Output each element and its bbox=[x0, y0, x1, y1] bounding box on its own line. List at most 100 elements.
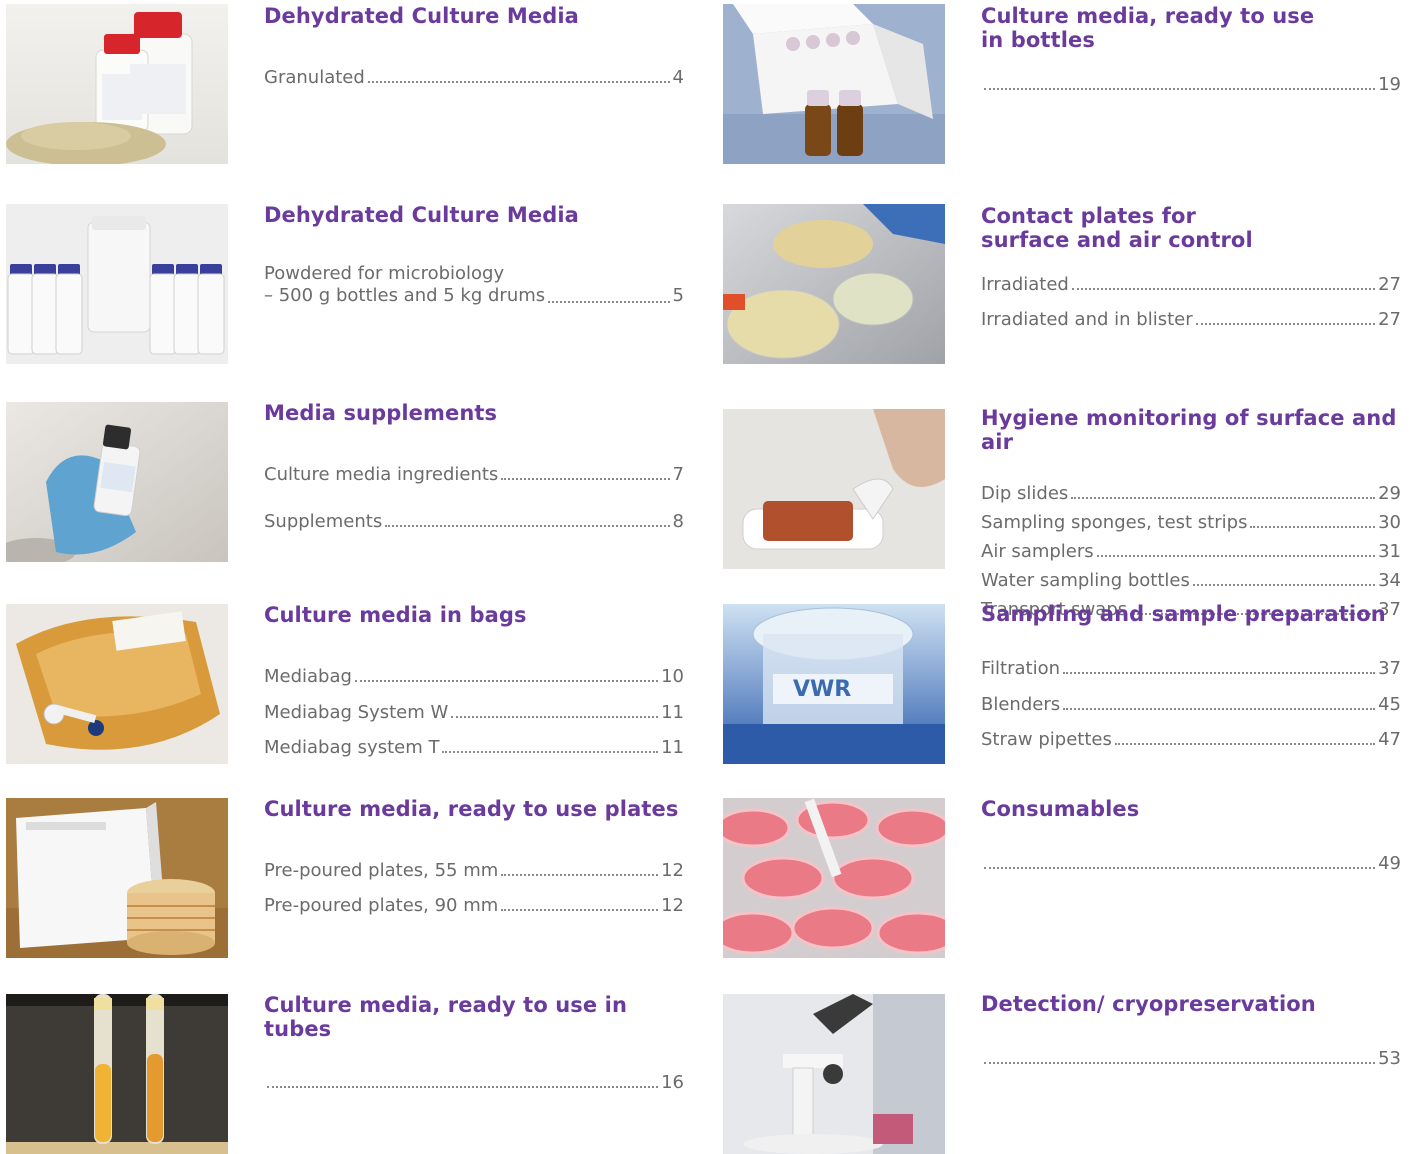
contact-plates-photo bbox=[723, 204, 945, 364]
section-title: Culture media in bags bbox=[264, 603, 527, 627]
petri-dishes-pipette-photo bbox=[723, 798, 945, 958]
toc-section-consumables: Consumables 49 bbox=[981, 797, 1401, 874]
dot-leader bbox=[354, 680, 659, 682]
dot-leader bbox=[1096, 555, 1376, 557]
media-supplement-vial-photo bbox=[6, 402, 228, 562]
dot-leader bbox=[267, 1086, 659, 1088]
section-title: Sampling and sample preparation bbox=[981, 602, 1386, 626]
svg-text:VWR: VWR bbox=[793, 677, 851, 702]
granulated-media-bottles-photo bbox=[6, 4, 228, 164]
entry-page: 10 bbox=[661, 666, 684, 687]
toc-entry[interactable]: 16 bbox=[264, 1072, 684, 1094]
section-title: Contact plates for surface and air contr… bbox=[981, 204, 1253, 252]
dot-leader bbox=[548, 301, 670, 303]
microscope-photo bbox=[723, 994, 945, 1154]
toc-section-ready-bottles: Culture media, ready to use in bottles 1… bbox=[981, 4, 1401, 95]
entry-label: Dip slides bbox=[981, 483, 1069, 504]
entry-label: Sampling sponges, test strips bbox=[981, 512, 1248, 533]
toc-entry[interactable]: Pre-poured plates, 90 mm 12 bbox=[264, 895, 684, 917]
entry-label: Straw pipettes bbox=[981, 729, 1112, 750]
entry-page: 27 bbox=[1378, 274, 1401, 295]
dot-leader bbox=[1114, 743, 1376, 745]
section-title: Culture media, ready to use in tubes bbox=[264, 993, 628, 1041]
entry-page: 4 bbox=[672, 67, 684, 88]
toc-entry[interactable]: Irradiated 27 bbox=[981, 274, 1401, 296]
dip-slide-photo bbox=[723, 409, 945, 569]
toc-entry[interactable]: Irradiated and in blister 27 bbox=[981, 309, 1401, 331]
toc-entry[interactable]: 53 bbox=[981, 1048, 1401, 1070]
ready-plates-box-photo bbox=[6, 798, 228, 958]
entry-page: 27 bbox=[1378, 309, 1401, 330]
toc-section-dehydrated-granulated: Dehydrated Culture Media Granulated 4 bbox=[264, 4, 684, 88]
dot-leader bbox=[1195, 323, 1376, 325]
dot-leader bbox=[501, 909, 659, 911]
section-title: Dehydrated Culture Media bbox=[264, 4, 579, 28]
dot-leader bbox=[1071, 497, 1376, 499]
entry-page: 8 bbox=[672, 511, 684, 532]
dot-leader bbox=[367, 81, 670, 83]
culture-media-bag-photo bbox=[6, 604, 228, 764]
toc-entry[interactable]: Sampling sponges, test strips 30 bbox=[981, 512, 1401, 534]
toc-section-culture-media-bags: Culture media in bags Mediabag 10 Mediaba… bbox=[264, 603, 684, 758]
entry-page: 16 bbox=[661, 1072, 684, 1093]
toc-entry[interactable]: Mediabag 10 bbox=[264, 666, 684, 688]
toc-entry[interactable]: Mediabag System W 11 bbox=[264, 702, 684, 724]
toc-section-sampling-preparation: Sampling and sample preparation Filtrati… bbox=[981, 602, 1401, 750]
entry-page: 37 bbox=[1378, 658, 1401, 679]
section-title: Detection/ cryopreservation bbox=[981, 992, 1316, 1016]
toc-entry[interactable]: Water sampling bottles 34 bbox=[981, 570, 1401, 592]
dot-leader bbox=[984, 88, 1376, 90]
entry-label: Filtration bbox=[981, 658, 1061, 679]
culture-tubes-photo bbox=[6, 994, 228, 1154]
dot-leader bbox=[1192, 584, 1376, 586]
entry-page: 11 bbox=[661, 702, 684, 723]
toc-entry[interactable]: Air samplers 31 bbox=[981, 541, 1401, 563]
section-title: Culture media, ready to use in bottles bbox=[981, 4, 1315, 52]
dot-leader bbox=[501, 478, 670, 480]
toc-entry[interactable]: 19 bbox=[981, 74, 1401, 96]
powdered-media-bottles-photo bbox=[6, 204, 228, 364]
filtration-unit-photo: VWR bbox=[723, 604, 945, 764]
entry-page: 5 bbox=[672, 285, 684, 306]
toc-section-ready-plates: Culture media, ready to use plates Pre-p… bbox=[264, 797, 684, 916]
dot-leader bbox=[1250, 526, 1376, 528]
entry-page: 53 bbox=[1378, 1048, 1401, 1069]
toc-section-dehydrated-powdered: Dehydrated Culture Media Powdered for mi… bbox=[264, 203, 684, 306]
toc-entry[interactable]: 49 bbox=[981, 853, 1401, 875]
toc-entry[interactable]: Granulated 4 bbox=[264, 67, 684, 89]
dot-leader bbox=[984, 1062, 1376, 1064]
toc-entry[interactable]: Culture media ingredients 7 bbox=[264, 464, 684, 486]
entry-label: Pre-poured plates, 90 mm bbox=[264, 895, 499, 916]
toc-entry[interactable]: Mediabag system T 11 bbox=[264, 737, 684, 759]
toc-entry[interactable]: Straw pipettes 47 bbox=[981, 729, 1401, 751]
toc-section-ready-tubes: Culture media, ready to use in tubes 16 bbox=[264, 993, 684, 1093]
toc-entry[interactable]: Filtration 37 bbox=[981, 658, 1401, 680]
entry-label: Culture media ingredients bbox=[264, 464, 499, 485]
entry-page: 11 bbox=[661, 737, 684, 758]
entry-label: Pre-poured plates, 55 mm bbox=[264, 860, 499, 881]
entry-page: 7 bbox=[672, 464, 684, 485]
entry-label: Blenders bbox=[981, 694, 1061, 715]
media-bottles-box-photo bbox=[723, 4, 945, 164]
entry-label: Water sampling bottles bbox=[981, 570, 1190, 591]
entry-page: 45 bbox=[1378, 694, 1401, 715]
toc-entry[interactable]: Supplements 8 bbox=[264, 511, 684, 533]
entry-label: Irradiated bbox=[981, 274, 1069, 295]
section-title: Culture media, ready to use plates bbox=[264, 797, 679, 821]
dot-leader bbox=[442, 751, 659, 753]
dot-leader bbox=[984, 867, 1376, 869]
section-title: Media supplements bbox=[264, 401, 498, 425]
toc-entry[interactable]: Blenders 45 bbox=[981, 694, 1401, 716]
entry-label: Supplements bbox=[264, 511, 383, 532]
entry-page: 49 bbox=[1378, 853, 1401, 874]
toc-entry[interactable]: Pre-poured plates, 55 mm 12 bbox=[264, 860, 684, 882]
entry-label: Mediabag bbox=[264, 666, 352, 687]
toc-section-detection: Detection/ cryopreservation 53 bbox=[981, 992, 1401, 1069]
toc-entry[interactable]: Powdered for microbiology – 500 g bottle… bbox=[264, 263, 684, 307]
dot-leader bbox=[501, 874, 659, 876]
entry-page: 31 bbox=[1378, 541, 1401, 562]
dot-leader bbox=[385, 525, 670, 527]
section-title: Consumables bbox=[981, 797, 1140, 821]
entry-label: Irradiated and in blister bbox=[981, 309, 1193, 330]
toc-entry[interactable]: Dip slides 29 bbox=[981, 483, 1401, 505]
